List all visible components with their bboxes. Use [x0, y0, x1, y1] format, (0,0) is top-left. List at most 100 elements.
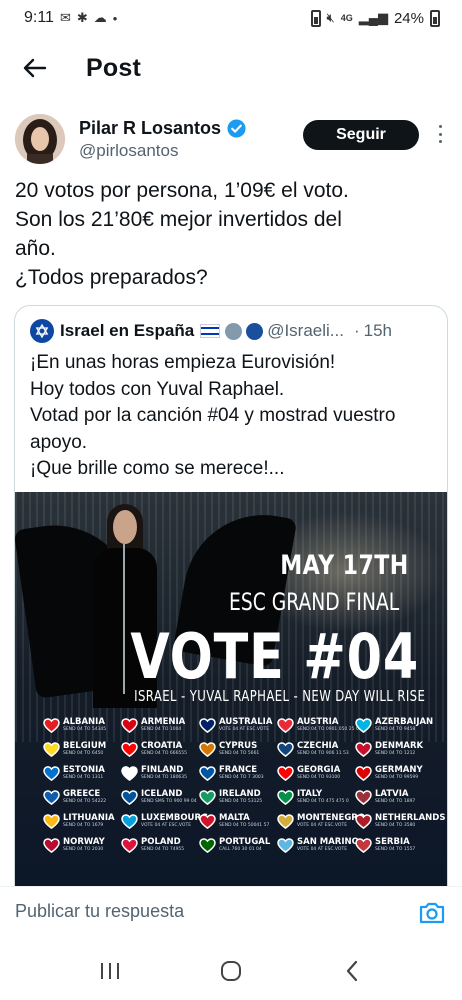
home-button[interactable]	[211, 951, 251, 991]
country-vote-info: SEND 04 TO 74955	[141, 847, 185, 852]
country-vote-info: CALL 760 30 01 04	[219, 847, 262, 852]
network-type: 4G	[340, 13, 353, 23]
heart-flag-icon	[199, 766, 216, 781]
country-text: IRELAND SEND 04 TO 53125	[219, 789, 262, 805]
author-name[interactable]: Pilar R Losantos	[79, 118, 221, 139]
country-text: LUXEMBOURG VOTE 04 AT ESC.VOTE	[141, 813, 208, 829]
country-vote-info: SEND 04 TO 1679	[63, 823, 104, 828]
heart-flag-icon	[277, 838, 294, 853]
country-vote-item: ALBANIA SEND 04 TO 54345	[43, 717, 121, 741]
camera-icon[interactable]	[418, 900, 446, 926]
country-vote-info: SEND 04 TO 1004	[141, 727, 182, 732]
country-vote-info: SEND 04 TO 50041 57	[219, 823, 270, 828]
country-text: CROATIA SEND 04 TO 666555	[141, 741, 187, 757]
country-name: ICELAND	[141, 789, 183, 799]
country-name: ALBANIA	[63, 717, 105, 727]
vote-poster-image[interactable]: MAY 17TH ESC GRAND FINAL VOTE #04 ISRAEL…	[15, 492, 447, 904]
quoted-post-text: ¡En unas horas empieza Eurovisión! Hoy t…	[30, 350, 440, 483]
tweet-line: 20 votos por persona, 1’09€ el voto.	[15, 179, 349, 202]
country-name: GREECE	[63, 789, 101, 799]
quoted-post-card[interactable]: Israel en España @Israeli... · 15h ¡En u…	[14, 305, 448, 905]
country-name: GERMANY	[375, 765, 423, 775]
cloud-icon: ☁	[93, 10, 107, 25]
mute-icon: 🔇︎	[326, 10, 335, 25]
country-text: NORWAY SEND 04 TO 2030	[63, 837, 105, 853]
country-vote-item: CROATIA SEND 04 TO 666555	[121, 741, 199, 765]
follow-button[interactable]: Seguir	[303, 120, 419, 150]
country-vote-item: AZERBAIJAN SEND 04 TO 9458	[355, 717, 433, 741]
battery-percent: 24%	[393, 9, 424, 27]
country-text: CYPRUS SEND 04 TO 5661	[219, 741, 259, 757]
country-vote-item: ICELAND SEND SMS TO 900 99 04	[121, 789, 199, 813]
country-vote-item: SERBIA SEND 04 TO 1557	[355, 837, 433, 861]
country-vote-info: SEND 04 TO 1897	[375, 799, 416, 804]
country-vote-item: GEORGIA SEND 04 TO 93100	[277, 765, 355, 789]
heart-flag-icon	[199, 838, 216, 853]
country-vote-item: NORWAY SEND 04 TO 2030	[43, 837, 121, 861]
country-vote-item: LUXEMBOURG VOTE 04 AT ESC.VOTE	[121, 813, 208, 837]
country-vote-item: ARMENIA SEND 04 TO 1004	[121, 717, 199, 741]
country-name: AUSTRIA	[297, 717, 339, 727]
heart-flag-icon	[121, 838, 138, 853]
country-name: BELGIUM	[63, 741, 107, 751]
poster-artist-line: ISRAEL - YUVAL RAPHAEL - NEW DAY WILL RI…	[133, 687, 425, 705]
country-vote-info: SEND 04 TO 9458	[375, 727, 416, 732]
recents-icon	[101, 962, 120, 979]
heart-flag-icon	[277, 814, 294, 829]
reply-input[interactable]: Publicar tu respuesta	[15, 901, 184, 922]
country-text: ALBANIA SEND 04 TO 54345	[63, 717, 106, 733]
country-vote-item: FRANCE SEND 04 TO 7 3003	[199, 765, 277, 789]
country-vote-info: SEND 04 TO 3580	[375, 823, 416, 828]
more-options-icon[interactable]	[436, 122, 444, 146]
dot-icon: •	[112, 10, 118, 26]
tweet-line: año.	[15, 237, 56, 260]
country-text: DENMARK SEND 04 TO 1212	[375, 741, 423, 757]
country-name: AZERBAIJAN	[375, 717, 434, 727]
country-text: AUSTRIA SEND 04 TO 0901 050 25 04	[297, 717, 362, 733]
back-button[interactable]	[10, 43, 60, 93]
heart-flag-icon	[277, 718, 294, 733]
country-name: LITHUANIA	[63, 813, 115, 823]
country-vote-info: SEND 04 TO 1212	[375, 751, 416, 756]
country-vote-item: BELGIUM SEND 04 TO 6450	[43, 741, 121, 765]
app-header: Post	[0, 36, 462, 100]
country-vote-info: SEND 04 TO 99599	[375, 775, 419, 780]
tweet-line: ¿Todos preparados?	[15, 266, 208, 289]
heart-flag-icon	[199, 742, 216, 757]
country-vote-item: AUSTRIA SEND 04 TO 0901 050 25 04	[277, 717, 362, 741]
heart-flag-icon	[121, 718, 138, 733]
country-vote-item: MALTA SEND 04 TO 50041 57	[199, 813, 277, 837]
tweet-text: 20 votos por persona, 1’09€ el voto. Son…	[15, 176, 445, 292]
poster-headline: VOTE #04	[130, 620, 419, 693]
quoted-author-handle: @Israeli...	[267, 321, 344, 340]
country-name: CYPRUS	[219, 741, 258, 751]
country-vote-info: VOTE 04 AT ESC.VOTE	[297, 847, 348, 852]
heart-flag-icon	[199, 718, 216, 733]
chevron-left-icon	[346, 960, 357, 981]
heart-flag-icon	[277, 790, 294, 805]
country-text: BELGIUM SEND 04 TO 6450	[63, 741, 106, 757]
country-vote-item: GERMANY SEND 04 TO 99599	[355, 765, 433, 789]
heart-flag-icon	[121, 814, 138, 829]
author-name-line: Pilar R Losantos	[79, 118, 246, 139]
author-text: Pilar R Losantos @pirlosantos	[79, 118, 246, 161]
country-vote-info: SEND 04 TO 53125	[219, 799, 263, 804]
back-nav-button[interactable]	[332, 951, 372, 991]
country-name: SERBIA	[375, 837, 410, 847]
quote-line: Votad por la canción #04 y mostrad vuest…	[30, 405, 396, 426]
arrow-left-icon	[23, 58, 47, 78]
country-name: POLAND	[141, 837, 181, 847]
country-text: GEORGIA SEND 04 TO 93100	[297, 765, 340, 781]
author-handle[interactable]: @pirlosantos	[79, 141, 246, 161]
country-text: ITALY SEND 04 TO 475 475 0	[297, 789, 349, 805]
country-vote-item: SAN MARINO VOTE 04 AT ESC.VOTE	[277, 837, 359, 861]
status-bar: 9:11 ✉ ✱ ☁ • 🔇︎ 4G ▂▄▆ 24%	[0, 0, 462, 36]
country-name: FRANCE	[219, 765, 258, 775]
recents-button[interactable]	[90, 951, 130, 991]
country-vote-info: SEND 04 TO 7 3003	[219, 775, 264, 780]
country-name: CROATIA	[141, 741, 183, 751]
author-avatar[interactable]	[15, 114, 65, 164]
heart-flag-icon	[121, 766, 138, 781]
country-vote-item: ITALY SEND 04 TO 475 475 0	[277, 789, 355, 813]
country-vote-info: VOTE 04 AT ESC.VOTE	[219, 727, 270, 732]
